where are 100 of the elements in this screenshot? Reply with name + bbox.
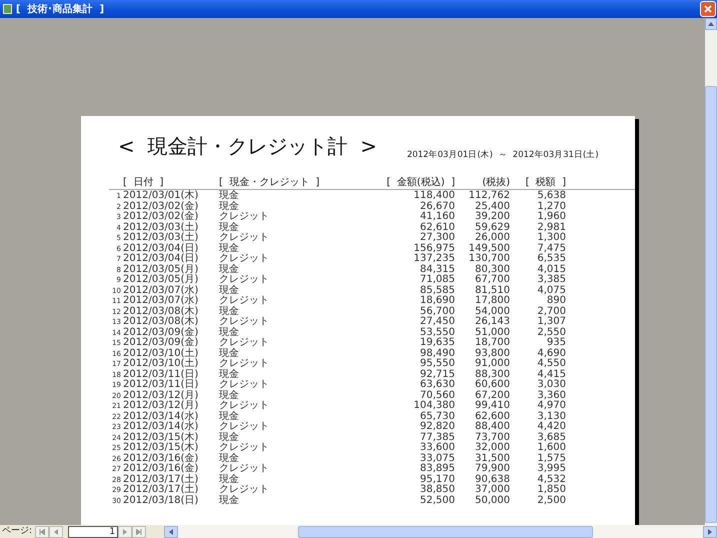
table-cell-text: 95,170 xyxy=(419,474,455,484)
table-cell-text: 現金 xyxy=(219,328,240,338)
table-cell-text: 130,700 xyxy=(468,254,510,264)
table-cell-text: クレジット xyxy=(219,443,270,453)
table-cell-text: 26,143 xyxy=(474,317,510,328)
table-cell-text: 95,550 xyxy=(419,359,455,370)
scrollbar-thumb[interactable] xyxy=(298,526,594,538)
table-cell-text: 19,635 xyxy=(419,338,455,348)
table-cell-text: 2012/03/08(木) xyxy=(123,317,200,327)
page-field[interactable]: 1 xyxy=(68,526,118,538)
table-cell-text: 現金 xyxy=(219,244,240,254)
table-cell-text: クレジット xyxy=(219,254,270,264)
table-cell-text: 2012/03/05(月) xyxy=(123,275,200,285)
column-header: [ 税額 ] xyxy=(524,178,566,189)
table-cell-text: クレジット xyxy=(219,275,270,285)
table-cell-text: 99,410 xyxy=(474,401,510,412)
table-cell-text: クレジット xyxy=(219,380,270,390)
date-range: 2012年03月01日(木) ～ 2012年03月31日(土) xyxy=(406,149,599,162)
table-cell-text: 63,630 xyxy=(419,380,455,390)
last-page-button[interactable] xyxy=(132,526,146,538)
table-cell-text: 2012/03/03(土) xyxy=(123,233,200,243)
column-header: [ 日付 ] xyxy=(123,178,165,189)
table-cell-text: 2012/03/16(金) xyxy=(123,464,200,474)
table-cell-text: 26,670 xyxy=(419,202,455,212)
table-cell-text: 4,015 xyxy=(536,264,566,274)
table-cell-text: 2012/03/07(水) xyxy=(123,296,200,306)
table-cell-text: 現金 xyxy=(219,474,240,484)
first-page-button[interactable] xyxy=(35,526,50,538)
table-cell-text: 2012/03/04(日) xyxy=(123,244,200,254)
table-cell-text: 4,420 xyxy=(536,422,566,432)
table-cell-text: 92,820 xyxy=(419,422,455,432)
close-button[interactable] xyxy=(700,1,716,17)
table-cell-text: 2012/03/15(木) xyxy=(123,443,200,453)
table-cell-text: 現金 xyxy=(219,496,240,506)
table-cell-text: 77,385 xyxy=(419,432,455,442)
table-cell-text: 27,450 xyxy=(419,317,455,328)
table-cell-text: 26,000 xyxy=(474,233,510,244)
scroll-left-button[interactable] xyxy=(164,526,178,538)
table-cell-text: 1,575 xyxy=(536,454,566,464)
table-cell-text: クレジット xyxy=(219,296,270,306)
table-cell-text: 3,130 xyxy=(536,412,566,422)
table-cell-text: 2,500 xyxy=(536,496,566,506)
table-cell-text: 62,610 xyxy=(419,222,455,232)
previous-page-button[interactable] xyxy=(49,526,64,538)
table-cell-text: 2,700 xyxy=(536,306,566,316)
table-cell-text: 3,030 xyxy=(536,380,566,390)
table-cell-text: 2012/03/14(水) xyxy=(123,422,200,432)
table-cell-text: 85,585 xyxy=(419,286,455,296)
table-cell-text: 18,690 xyxy=(419,296,455,306)
page-label: ページ: xyxy=(2,524,32,538)
table-cell-text: 1,270 xyxy=(536,202,566,212)
table-cell-text: 51,000 xyxy=(474,328,510,338)
table-cell-text: 60,600 xyxy=(474,380,510,390)
table-cell-text: 79,900 xyxy=(474,464,510,474)
table-cell-text: 53,550 xyxy=(419,328,455,338)
table-cell-text: 現金 xyxy=(219,191,240,201)
table-cell-text: 4,415 xyxy=(536,370,566,380)
close-icon xyxy=(704,5,712,13)
table-cell-text: 33,075 xyxy=(419,454,455,464)
table-cell-text: クレジット xyxy=(219,485,270,495)
up-arrow-icon xyxy=(708,22,714,26)
table-cell-text: 現金 xyxy=(219,306,240,316)
table-cell-text: 91,000 xyxy=(474,359,510,370)
table-cell-text: 4,690 xyxy=(536,348,566,358)
scroll-up-button[interactable] xyxy=(705,18,717,30)
table-cell-text: 70,560 xyxy=(419,390,455,400)
table-cell-text: 1,960 xyxy=(536,212,566,222)
table-cell-text: 5,638 xyxy=(536,191,566,202)
next-page-button[interactable] xyxy=(118,526,132,538)
table-cell-text: 4,550 xyxy=(536,359,566,370)
table-cell-text: 2012/03/14(水) xyxy=(123,412,200,422)
table-cell-text: 71,085 xyxy=(419,275,455,286)
table-cell-text: 93,800 xyxy=(474,348,510,358)
scroll-right-button[interactable] xyxy=(703,526,717,538)
table-cell-text: 65,730 xyxy=(419,412,455,422)
left-arrow-icon xyxy=(169,528,174,534)
table-cell-text: クレジット xyxy=(219,422,270,432)
table-cell-text: クレジット xyxy=(219,338,270,348)
table-cell-text: 現金 xyxy=(219,264,240,274)
table-cell-text: 88,300 xyxy=(474,370,510,380)
table-cell-text: 54,000 xyxy=(474,306,510,316)
scrollbar-thumb[interactable] xyxy=(705,86,717,523)
table-cell-text: 37,000 xyxy=(474,485,510,496)
table-cell-text: 4,532 xyxy=(536,474,566,484)
table-cell-text: 2012/03/05(月) xyxy=(123,264,200,274)
table-cell-text: 現金 xyxy=(219,412,240,422)
table-cell-text: 2012/03/08(木) xyxy=(123,306,200,316)
table-cell-text: 2012/03/10(土) xyxy=(123,359,200,369)
table-cell-text: 156,975 xyxy=(412,244,455,254)
table-cell-text: 2012/03/17(土) xyxy=(123,474,200,484)
table-cell-text: 2012/03/02(金) xyxy=(123,202,200,212)
report-title: < 現金計・クレジット計 > xyxy=(118,136,377,156)
table-cell-text: クレジット xyxy=(219,359,270,369)
table-cell-text: 3,995 xyxy=(536,464,566,474)
table-cell-text: 2012/03/10(土) xyxy=(123,348,200,358)
table-cell-text: 現金 xyxy=(219,286,240,296)
table-cell-text: 18,700 xyxy=(474,338,510,348)
table-cell-text: 98,490 xyxy=(419,348,455,358)
table-cell-text: 3,685 xyxy=(536,432,566,442)
table-cell-text: 88,400 xyxy=(474,422,510,432)
